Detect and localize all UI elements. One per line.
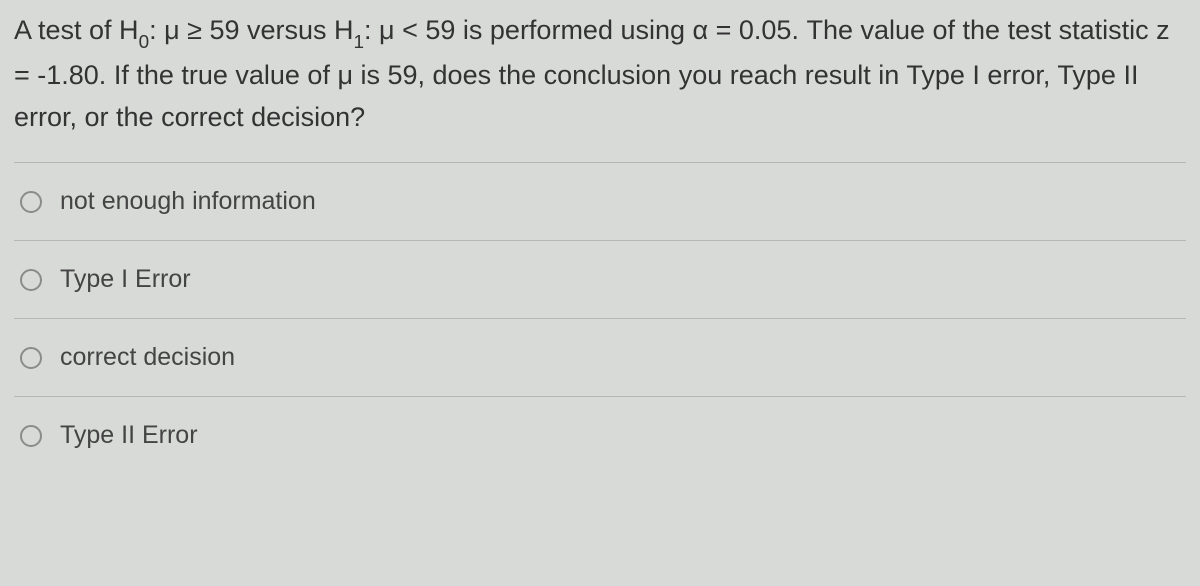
question-part1: A test of H xyxy=(14,15,139,45)
options-list: not enough information Type I Error corr… xyxy=(14,162,1186,460)
option-row[interactable]: Type I Error xyxy=(14,241,1186,319)
option-row[interactable]: correct decision xyxy=(14,319,1186,397)
option-label: Type II Error xyxy=(60,421,198,450)
question-sub0: 0 xyxy=(139,32,150,53)
radio-icon[interactable] xyxy=(20,269,42,291)
question-text: A test of H0: μ ≥ 59 versus H1: μ < 59 i… xyxy=(14,10,1186,162)
question-part2: : μ ≥ 59 versus H xyxy=(149,15,353,45)
radio-icon[interactable] xyxy=(20,425,42,447)
option-row[interactable]: Type II Error xyxy=(14,397,1186,460)
option-label: correct decision xyxy=(60,343,235,372)
question-sub1: 1 xyxy=(354,32,365,53)
option-label: Type I Error xyxy=(60,265,191,294)
radio-icon[interactable] xyxy=(20,191,42,213)
option-row[interactable]: not enough information xyxy=(14,163,1186,241)
option-label: not enough information xyxy=(60,187,316,216)
radio-icon[interactable] xyxy=(20,347,42,369)
